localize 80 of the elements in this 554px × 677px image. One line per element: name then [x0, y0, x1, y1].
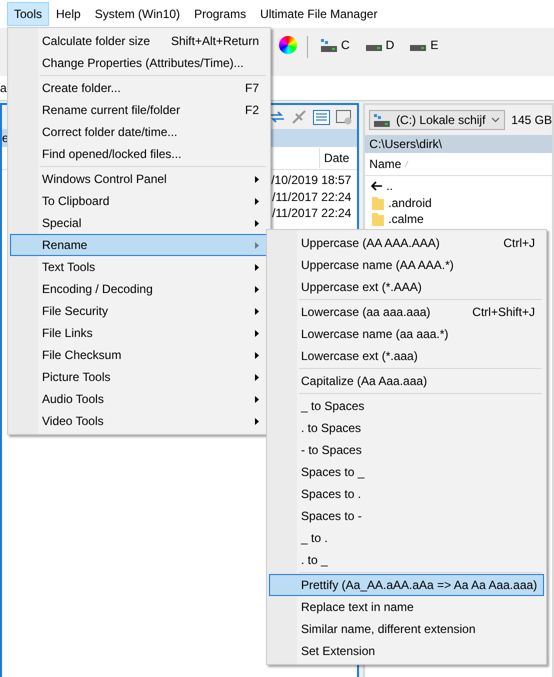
menu-item[interactable]: Video Tools	[10, 410, 268, 432]
drive-icon	[374, 114, 390, 126]
submenu-arrow-icon	[255, 198, 259, 204]
menu-item[interactable]: Uppercase name (AA AAA.*)	[269, 254, 544, 276]
menu-item[interactable]: File Links	[10, 322, 268, 344]
menu-item[interactable]: Rename current file/folder F2	[10, 99, 268, 121]
submenu-arrow-icon	[255, 374, 259, 380]
list-view-icon[interactable]	[313, 110, 330, 124]
folder-icon	[371, 211, 386, 228]
submenu-arrow-icon	[255, 352, 259, 358]
menu-title[interactable]: Help	[49, 2, 88, 26]
menu-title[interactable]: Tools	[7, 2, 50, 26]
drive-icon	[366, 45, 382, 51]
color-wheel-icon[interactable]	[279, 36, 297, 54]
menu-item[interactable]: File Checksum	[10, 344, 268, 366]
free-space-label: 145 GB	[511, 113, 552, 127]
date-cell: /10/2019 18:57	[271, 172, 352, 188]
submenu-arrow-icon	[255, 286, 259, 292]
submenu-arrow-icon	[255, 308, 259, 314]
menu-item[interactable]: Spaces to -	[269, 505, 544, 527]
drive-button[interactable]: C	[318, 36, 353, 54]
submenu-arrow-icon	[255, 396, 259, 402]
menu-item[interactable]: Uppercase ext (*.AAA)	[269, 276, 544, 298]
menu-item[interactable]: Find opened/locked files...	[10, 143, 268, 165]
menu-item[interactable]: _ to Spaces	[269, 395, 544, 417]
menu-item[interactable]: Set Extension	[269, 640, 544, 662]
menu-item[interactable]: Special	[10, 212, 268, 234]
menu-item[interactable]: Similar name, different extension	[269, 618, 544, 640]
menu-item[interactable]: Uppercase (AA AAA.AAA) Ctrl+J	[269, 232, 544, 254]
menu-item[interactable]: Rename	[10, 234, 268, 256]
folder-icon	[371, 194, 386, 211]
file-name[interactable]: .calme	[388, 212, 424, 226]
chevron-down-icon	[491, 117, 500, 123]
menu-item[interactable]: Lowercase ext (*.aaa)	[269, 345, 544, 367]
drive-button[interactable]: D	[362, 36, 398, 54]
submenu-arrow-icon	[255, 418, 259, 424]
submenu-arrow-icon	[255, 242, 259, 248]
drive-button[interactable]: E	[407, 36, 442, 54]
menu-item[interactable]: Capitalize (Aa Aaa.aaa)	[269, 370, 544, 392]
menu-item[interactable]: Create folder... F7	[10, 77, 268, 99]
menu-title[interactable]: Ultimate File Manager	[253, 2, 384, 26]
menu-title[interactable]: Programs	[187, 2, 254, 26]
menu-item[interactable]: . to Spaces	[269, 417, 544, 439]
menu-item[interactable]: Calculate folder size Shift+Alt+Return	[10, 30, 268, 52]
drive-dropdown[interactable]: (C:) Lokale schijf	[369, 110, 506, 130]
menu-item[interactable]: Spaces to .	[269, 483, 544, 505]
menu-item[interactable]: _ to .	[269, 527, 544, 549]
menu-item[interactable]: Encoding / Decoding	[10, 278, 268, 300]
menu-item[interactable]: File Security	[10, 300, 268, 322]
menu-item[interactable]: Lowercase (aa aaa.aaa) Ctrl+Shift+J	[269, 301, 544, 323]
drive-icon	[321, 38, 337, 52]
menu-item[interactable]: . to _	[269, 549, 544, 571]
column-header[interactable]: Name	[369, 157, 402, 171]
back-arrow-icon	[371, 181, 384, 192]
date-cell: /11/2017 22:24	[272, 188, 352, 205]
menu-item[interactable]: Text Tools	[10, 256, 268, 278]
menu-item[interactable]: Change Properties (Attributes/Time)...	[10, 52, 268, 74]
submenu-arrow-icon	[255, 220, 259, 226]
menu-item[interactable]: Correct folder date/time...	[10, 121, 268, 143]
menu-item[interactable]: Lowercase name (aa aaa.*)	[269, 323, 544, 345]
menu-item[interactable]: Picture Tools	[10, 366, 268, 388]
menu-item[interactable]: Spaces to _	[269, 461, 544, 483]
menu-item[interactable]: - to Spaces	[269, 439, 544, 461]
file-name[interactable]: ..	[386, 179, 393, 194]
menu-item[interactable]: Windows Control Panel	[10, 168, 268, 190]
submenu-arrow-icon	[255, 264, 259, 270]
submenu-arrow-icon	[255, 330, 259, 336]
path-label: C:\Users\dirk\	[369, 137, 442, 151]
menu-item[interactable]: Audio Tools	[10, 388, 268, 410]
menu-item[interactable]: To Clipboard	[10, 190, 268, 212]
menu-title[interactable]: System (Win10)	[88, 2, 188, 26]
drive-icon	[410, 45, 426, 51]
menu-item[interactable]: Replace text in name	[269, 596, 544, 618]
file-name[interactable]: .android	[388, 196, 432, 210]
column-header[interactable]: Date	[318, 148, 354, 168]
drive-view-icon[interactable]	[336, 110, 354, 124]
date-cell: /11/2017 22:24	[272, 205, 352, 222]
sync-arrows-icon[interactable]	[269, 110, 286, 124]
submenu-arrow-icon	[255, 176, 259, 182]
menu-item[interactable]: Prettify (Aa_AA.aAA.aAa => Aa Aa Aaa.aaa)	[269, 574, 544, 596]
